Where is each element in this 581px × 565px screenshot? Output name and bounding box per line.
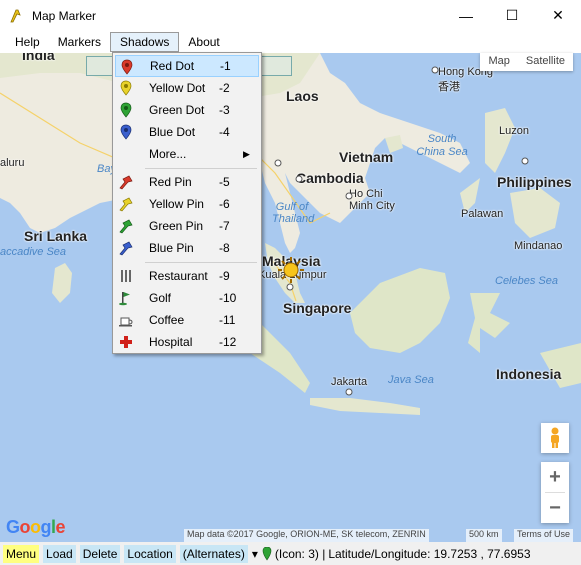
status-bar: Menu Load Delete Location (Alternates) ▾… [0, 542, 581, 565]
pegman-icon[interactable] [541, 423, 569, 453]
menu-blue-pin[interactable]: Blue Pin -8 [115, 237, 259, 259]
menu-red-dot-key: -1 [220, 59, 231, 73]
menu-separator [145, 262, 257, 263]
menu-yellow-pin-key: -6 [219, 197, 230, 211]
zoom-control: + − [541, 462, 569, 523]
menu-hospital-key: -12 [219, 335, 237, 349]
menu-button[interactable]: Menu [3, 544, 40, 563]
icon-info: (Icon: 3) | [274, 546, 326, 561]
red-dot-icon [121, 59, 133, 75]
menu-coffee[interactable]: Coffee -11 [115, 309, 259, 331]
green-pin-icon [119, 219, 133, 234]
alternates-dropdown[interactable]: (Alternates) [179, 544, 248, 563]
map-view[interactable]: India Laos Hong Kong 香港 Luzon South Chin… [0, 53, 581, 542]
menu-restaurant[interactable]: Restaurant -9 [115, 265, 259, 287]
google-logo-e: e [55, 517, 66, 537]
menu-coffee-key: -11 [219, 313, 236, 327]
menu-green-pin-label: Green Pin [149, 219, 204, 233]
menu-blue-dot-label: Blue Dot [149, 125, 196, 139]
menu-yellow-dot[interactable]: Yellow Dot -2 [115, 77, 259, 99]
menu-restaurant-key: -9 [219, 269, 230, 283]
window-title: Map Marker [32, 8, 97, 23]
map-type-control: Map Satellite [480, 53, 573, 71]
app-icon [10, 9, 21, 22]
menu-green-pin[interactable]: Green Pin -7 [115, 215, 259, 237]
menu-green-dot[interactable]: Green Dot -3 [115, 99, 259, 121]
menu-markers[interactable]: Markers [49, 32, 110, 52]
coffee-icon [119, 317, 133, 327]
google-logo-g1: G [6, 517, 20, 537]
golf-icon [119, 292, 130, 306]
yellow-dot-icon [120, 80, 132, 96]
coordinates-readout: Latitude/Longitude: 19.7253 , 77.6953 [328, 546, 531, 561]
menu-red-dot[interactable]: Red Dot -1 [115, 55, 259, 77]
menu-restaurant-label: Restaurant [149, 269, 208, 283]
menu-hospital-label: Hospital [149, 335, 193, 349]
menu-help[interactable]: Help [6, 32, 49, 52]
menu-bar: Help Markers Shadows About [0, 31, 581, 53]
google-logo: Google [6, 517, 66, 538]
menu-red-dot-label: Red Dot [150, 59, 195, 73]
menu-golf-key: -10 [219, 291, 237, 305]
menu-yellow-dot-key: -2 [219, 81, 230, 95]
green-dot-marker-icon [262, 546, 272, 561]
maximize-button[interactable]: ☐ [489, 0, 535, 31]
menu-red-pin-key: -5 [219, 175, 230, 189]
yellow-pin-icon [119, 197, 133, 212]
google-logo-o1: o [19, 517, 31, 537]
menu-blue-pin-key: -8 [219, 241, 230, 255]
menu-red-pin[interactable]: Red Pin -5 [115, 171, 259, 193]
menu-yellow-pin[interactable]: Yellow Pin -6 [115, 193, 259, 215]
title-bar: Map Marker — ☐ ✕ [0, 0, 581, 31]
menu-green-dot-key: -3 [219, 103, 230, 117]
menu-green-dot-label: Green Dot [149, 103, 205, 117]
google-logo-o2: o [30, 517, 41, 537]
hospital-icon [120, 336, 132, 348]
delete-button[interactable]: Delete [79, 544, 121, 563]
blue-dot-icon [120, 124, 132, 140]
green-dot-icon [120, 102, 132, 118]
menu-blue-dot[interactable]: Blue Dot -4 [115, 121, 259, 143]
menu-blue-pin-label: Blue Pin [149, 241, 194, 255]
zoom-out-button[interactable]: − [541, 493, 569, 523]
menu-green-pin-key: -7 [219, 219, 230, 233]
map-attribution: Map data ©2017 Google, ORION-ME, SK tele… [184, 529, 429, 542]
terms-of-use-link[interactable]: Terms of Use [514, 529, 574, 542]
menu-hospital[interactable]: Hospital -12 [115, 331, 259, 353]
menu-red-pin-label: Red Pin [149, 175, 192, 189]
menu-coffee-label: Coffee [149, 313, 185, 327]
restaurant-icon [121, 270, 131, 282]
menu-blue-dot-key: -4 [219, 125, 230, 139]
shadows-dropdown: Red Dot -1 Yellow Dot -2 Green Dot -3 Bl… [112, 52, 262, 354]
close-button[interactable]: ✕ [535, 0, 581, 31]
map-type-map[interactable]: Map [480, 53, 517, 71]
menu-about[interactable]: About [179, 32, 228, 52]
red-pin-icon [119, 175, 133, 190]
map-scale[interactable]: 500 km [466, 529, 502, 542]
map-type-satellite[interactable]: Satellite [518, 53, 573, 71]
load-button[interactable]: Load [43, 544, 76, 563]
menu-more[interactable]: More... ▶ [115, 143, 259, 165]
google-logo-g2: g [40, 517, 52, 537]
menu-more-label: More... [149, 147, 187, 161]
menu-yellow-dot-label: Yellow Dot [149, 81, 206, 95]
menu-golf[interactable]: Golf -10 [115, 287, 259, 309]
submenu-arrow-icon: ▶ [243, 148, 250, 159]
dropdown-arrow-icon[interactable]: ▾ [252, 547, 258, 561]
menu-shadows[interactable]: Shadows [110, 32, 180, 52]
zoom-in-button[interactable]: + [541, 462, 569, 492]
menu-yellow-pin-label: Yellow Pin [149, 197, 204, 211]
minimize-button[interactable]: — [443, 0, 489, 31]
sun-marker-icon[interactable] [276, 255, 306, 285]
city-dots [274, 66, 529, 396]
location-button[interactable]: Location [124, 544, 176, 563]
menu-separator [145, 168, 257, 169]
blue-pin-icon [119, 241, 133, 256]
menu-golf-label: Golf [149, 291, 172, 305]
